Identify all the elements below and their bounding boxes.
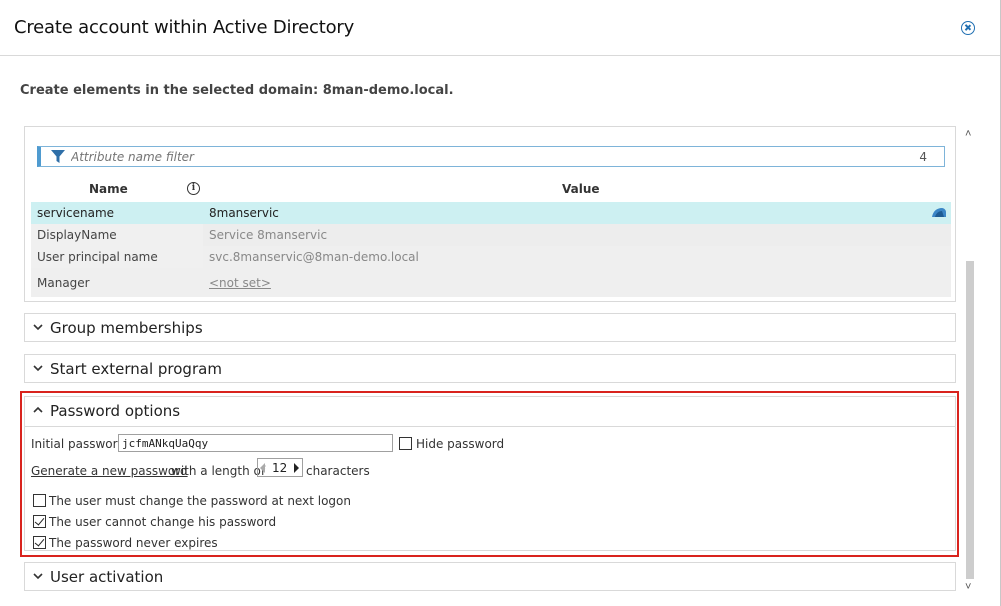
section-title: Start external program <box>50 360 222 378</box>
attribute-name: servicename <box>37 206 115 220</box>
manager-not-set-link[interactable]: <not set> <box>209 276 271 290</box>
scroll-up-icon[interactable]: ˄ <box>965 128 971 140</box>
attribute-value: Service 8manservic <box>209 228 328 242</box>
scroll-down-icon[interactable]: ˅ <box>965 581 971 593</box>
attribute-row-upn[interactable]: User principal name svc.8manservic@8man-… <box>31 246 951 268</box>
column-header-value[interactable]: Value <box>562 182 600 196</box>
chevron-down-icon <box>33 573 43 580</box>
chevron-down-icon <box>33 324 43 331</box>
section-user-activation: User activation <box>24 562 956 591</box>
attribute-row-manager[interactable]: Manager <not set> <box>31 268 951 297</box>
attribute-name: DisplayName <box>37 228 117 242</box>
section-header[interactable]: Start external program <box>25 355 955 384</box>
section-group-memberships: Group memberships <box>24 313 956 342</box>
password-options-highlight <box>20 391 959 557</box>
attribute-row-displayname[interactable]: DisplayName Service 8manservic <box>31 224 951 246</box>
vertical-scrollbar[interactable]: ˄ ˅ <box>962 126 978 601</box>
domain-subtitle: Create elements in the selected domain: … <box>20 83 454 98</box>
scroll-thumb[interactable] <box>966 261 974 579</box>
attribute-name: User principal name <box>37 250 158 264</box>
info-icon[interactable]: i <box>187 182 200 195</box>
attribute-filter[interactable]: 4 <box>37 146 945 167</box>
attribute-value[interactable]: 8manservic <box>209 206 279 220</box>
attribute-row-servicename[interactable]: servicename 8manservic <box>31 202 951 224</box>
section-start-external-program: Start external program <box>24 354 956 383</box>
close-icon[interactable] <box>961 21 975 35</box>
attribute-value: svc.8manservic@8man-demo.local <box>209 250 419 264</box>
section-title: Group memberships <box>50 319 203 337</box>
filter-result-count: 4 <box>919 150 927 164</box>
dialog-title: Create account within Active Directory <box>14 17 355 38</box>
dialog-window: Create account within Active Directory C… <box>0 0 1001 606</box>
section-header[interactable]: Group memberships <box>25 314 955 343</box>
filter-icon <box>51 150 65 163</box>
attribute-panel: 4 Name i Value servicename 8manservic Di… <box>24 127 956 302</box>
column-header-name[interactable]: Name <box>89 182 128 196</box>
chevron-down-icon <box>33 365 43 372</box>
attribute-name: Manager <box>37 276 90 290</box>
section-header[interactable]: User activation <box>25 563 955 592</box>
edit-icon[interactable] <box>931 205 947 221</box>
section-title: User activation <box>50 568 164 586</box>
attribute-filter-input[interactable] <box>71 149 871 165</box>
title-bar: Create account within Active Directory <box>0 0 1000 56</box>
